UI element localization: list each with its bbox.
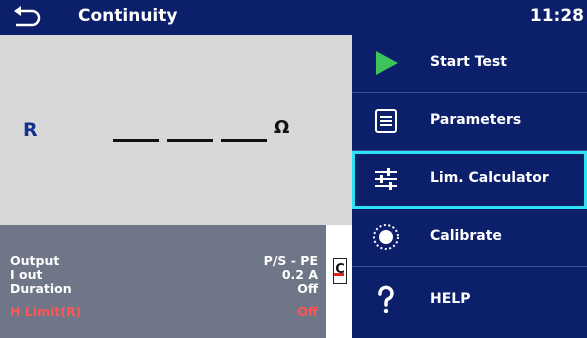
parameter-value: P/S - PE: [263, 253, 318, 268]
result-area: R Ω: [0, 35, 352, 225]
calibrate-icon: [373, 224, 399, 250]
result-value-dashes: [110, 119, 270, 145]
sliders-icon: [375, 168, 397, 190]
parameter-row-i-out: I out 0.2 A: [10, 267, 320, 282]
menu-item-start-test[interactable]: Start Test: [352, 35, 587, 93]
connection-indicator-mark: [334, 273, 344, 276]
result-label: R: [23, 119, 38, 141]
menu-item-lim-calculator[interactable]: Lim. Calculator: [352, 151, 587, 209]
clock: 11:28: [529, 6, 584, 26]
menu-item-calibrate[interactable]: Calibrate: [352, 209, 587, 267]
parameter-value: Off: [297, 281, 318, 296]
parameter-value: 0.2 A: [281, 267, 318, 282]
title-bar: Continuity 11:28: [0, 0, 587, 35]
menu-item-help[interactable]: HELP: [352, 267, 587, 338]
back-arrow-icon[interactable]: [12, 5, 42, 29]
menu-label: Start Test: [430, 54, 507, 70]
parameter-row-h-limit: H Limit(R) Off: [10, 304, 320, 319]
side-menu: Start Test Parameters Lim. Calculator Ca…: [352, 35, 587, 338]
menu-label: Lim. Calculator: [430, 170, 549, 186]
play-icon: [376, 51, 398, 75]
list-icon: [375, 109, 397, 133]
parameter-label: Output: [10, 253, 60, 268]
page-title: Continuity: [78, 6, 178, 26]
parameters-panel: Output P/S - PE I out 0.2 A Duration Off…: [0, 225, 326, 338]
parameter-value: Off: [297, 304, 318, 319]
menu-label: Parameters: [430, 112, 522, 128]
help-icon: [378, 285, 394, 313]
parameter-row-duration: Duration Off: [10, 281, 320, 296]
side-indicator-strip: C: [326, 225, 352, 338]
result-unit: Ω: [274, 117, 290, 138]
menu-label: Calibrate: [430, 228, 502, 244]
parameter-row-output: Output P/S - PE: [10, 253, 320, 268]
connection-indicator: C: [333, 258, 347, 284]
menu-label: HELP: [430, 291, 471, 307]
parameter-label: I out: [10, 267, 43, 282]
parameter-label: Duration: [10, 281, 72, 296]
menu-item-parameters[interactable]: Parameters: [352, 93, 587, 151]
parameter-label: H Limit(R): [10, 304, 82, 319]
